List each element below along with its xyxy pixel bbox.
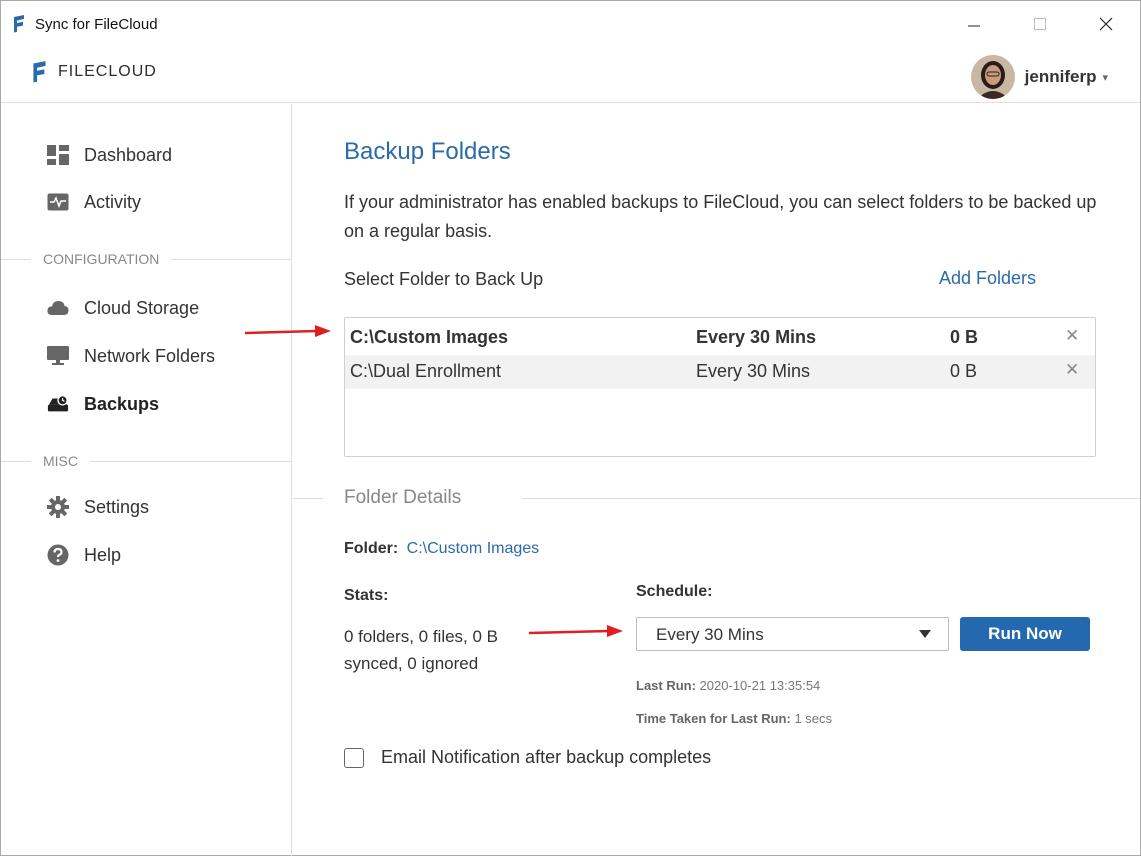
folder-details-title: Folder Details xyxy=(344,487,462,508)
main-content: Backup Folders If your administrator has… xyxy=(293,104,1140,856)
sidebar-item-dashboard[interactable]: Dashboard xyxy=(47,142,172,168)
email-notification-label: Email Notification after backup complete… xyxy=(381,747,712,767)
cloud-icon xyxy=(47,297,69,319)
folder-schedule: Every 30 Mins xyxy=(696,327,817,347)
add-folders-link[interactable]: Add Folders xyxy=(939,268,1036,289)
folder-path: C:\Dual Enrollment xyxy=(350,361,502,381)
dropdown-caret-icon xyxy=(919,630,931,638)
folder-path: C:\Custom Images xyxy=(350,327,509,347)
folder-size: 0 B xyxy=(950,361,978,381)
app-window: Sync for FileCloud FILECLOUD jenniferp ▾… xyxy=(0,0,1141,856)
time-taken-label: Time Taken for Last Run: xyxy=(636,711,791,726)
sidebar-item-help[interactable]: Help xyxy=(47,542,121,568)
filecloud-app-icon xyxy=(14,15,24,33)
section-configuration: CONFIGURATION xyxy=(1,249,291,269)
sidebar-item-network-folders[interactable]: Network Folders xyxy=(47,343,215,369)
email-notification-checkbox[interactable] xyxy=(344,747,364,768)
backup-folder-list: C:\Custom Images Every 30 Mins 0 B ✕ C:\… xyxy=(344,317,1096,457)
filecloud-logo: FILECLOUD xyxy=(31,61,157,83)
schedule-value: Every 30 Mins xyxy=(656,625,764,644)
folder-row[interactable]: C:\Dual Enrollment Every 30 Mins 0 B ✕ xyxy=(345,355,1095,389)
remove-folder-icon[interactable]: ✕ xyxy=(1065,326,1079,346)
maximize-icon xyxy=(1034,18,1046,30)
filecloud-logo-icon xyxy=(33,61,46,83)
folder-detail: Folder: C:\Custom Images xyxy=(344,540,539,558)
dashboard-icon xyxy=(47,144,69,166)
maximize-button[interactable] xyxy=(1017,1,1063,47)
time-taken-value: 1 secs xyxy=(794,711,833,726)
username: jenniferp xyxy=(1024,67,1097,86)
folder-size: 0 B xyxy=(950,327,979,347)
folder-value: C:\Custom Images xyxy=(406,540,540,557)
stats-text: 0 folders, 0 files, 0 B synced, 0 ignore… xyxy=(344,627,499,673)
avatar xyxy=(970,55,1015,99)
schedule-label: Schedule: xyxy=(636,583,713,600)
logo-text: FILECLOUD xyxy=(58,63,157,80)
sidebar-item-activity[interactable]: Activity xyxy=(47,189,141,215)
minimize-button[interactable] xyxy=(951,1,997,47)
select-folder-label: Select Folder to Back Up xyxy=(344,269,544,289)
sidebar-item-settings[interactable]: Settings xyxy=(47,494,149,520)
window-title: Sync for FileCloud xyxy=(35,16,158,33)
last-run-value: 2020-10-21 13:35:54 xyxy=(699,678,821,693)
annotation-arrow-icon xyxy=(245,325,331,337)
sidebar-item-label: Settings xyxy=(84,496,150,517)
monitor-icon xyxy=(47,345,69,367)
email-notification-option[interactable]: Email Notification after backup complete… xyxy=(344,747,711,768)
sidebar-item-label: Activity xyxy=(84,191,142,212)
page-title: Backup Folders xyxy=(344,138,511,165)
chevron-down-icon: ▾ xyxy=(1102,71,1108,84)
section-misc: MISC xyxy=(1,451,291,471)
sidebar-item-backups[interactable]: Backups xyxy=(47,391,159,417)
help-icon xyxy=(47,544,69,566)
section-label: MISC xyxy=(43,453,78,469)
sidebar-item-label: Cloud Storage xyxy=(84,297,200,318)
backup-drive-icon xyxy=(47,393,69,415)
folder-details-header: Folder Details xyxy=(293,487,1140,511)
close-icon xyxy=(1099,17,1113,31)
sidebar-item-label: Dashboard xyxy=(84,144,173,165)
sidebar: Dashboard Activity CONFIGURATION Cloud S… xyxy=(1,104,292,856)
stats-label: Stats: xyxy=(344,587,389,604)
folder-label: Folder: xyxy=(344,540,399,557)
sidebar-item-cloud-storage[interactable]: Cloud Storage xyxy=(47,295,199,321)
sidebar-item-label: Network Folders xyxy=(84,345,216,366)
gear-icon xyxy=(47,496,69,518)
remove-folder-icon[interactable]: ✕ xyxy=(1065,360,1079,380)
user-menu[interactable]: jenniferp ▾ xyxy=(970,55,1108,99)
annotation-arrow-icon xyxy=(529,625,623,637)
close-button[interactable] xyxy=(1083,1,1129,47)
time-taken: Time Taken for Last Run: 1 secs xyxy=(636,711,832,726)
sidebar-item-label: Help xyxy=(84,544,122,565)
app-header: FILECLOUD jenniferp ▾ xyxy=(1,47,1140,103)
schedule-dropdown[interactable]: Every 30 Mins xyxy=(636,617,949,651)
activity-icon xyxy=(47,191,69,213)
sidebar-item-label: Backups xyxy=(84,393,160,414)
intro-text: If your administrator has enabled backup… xyxy=(344,192,1097,241)
minimize-icon xyxy=(968,25,980,27)
last-run: Last Run: 2020-10-21 13:35:54 xyxy=(636,678,820,693)
folder-row[interactable]: C:\Custom Images Every 30 Mins 0 B ✕ xyxy=(345,321,1095,355)
folder-schedule: Every 30 Mins xyxy=(696,361,811,381)
section-label: CONFIGURATION xyxy=(43,251,160,267)
run-now-button[interactable]: Run Now xyxy=(960,617,1090,651)
last-run-label: Last Run: xyxy=(636,678,696,693)
title-bar: Sync for FileCloud xyxy=(1,1,1140,47)
